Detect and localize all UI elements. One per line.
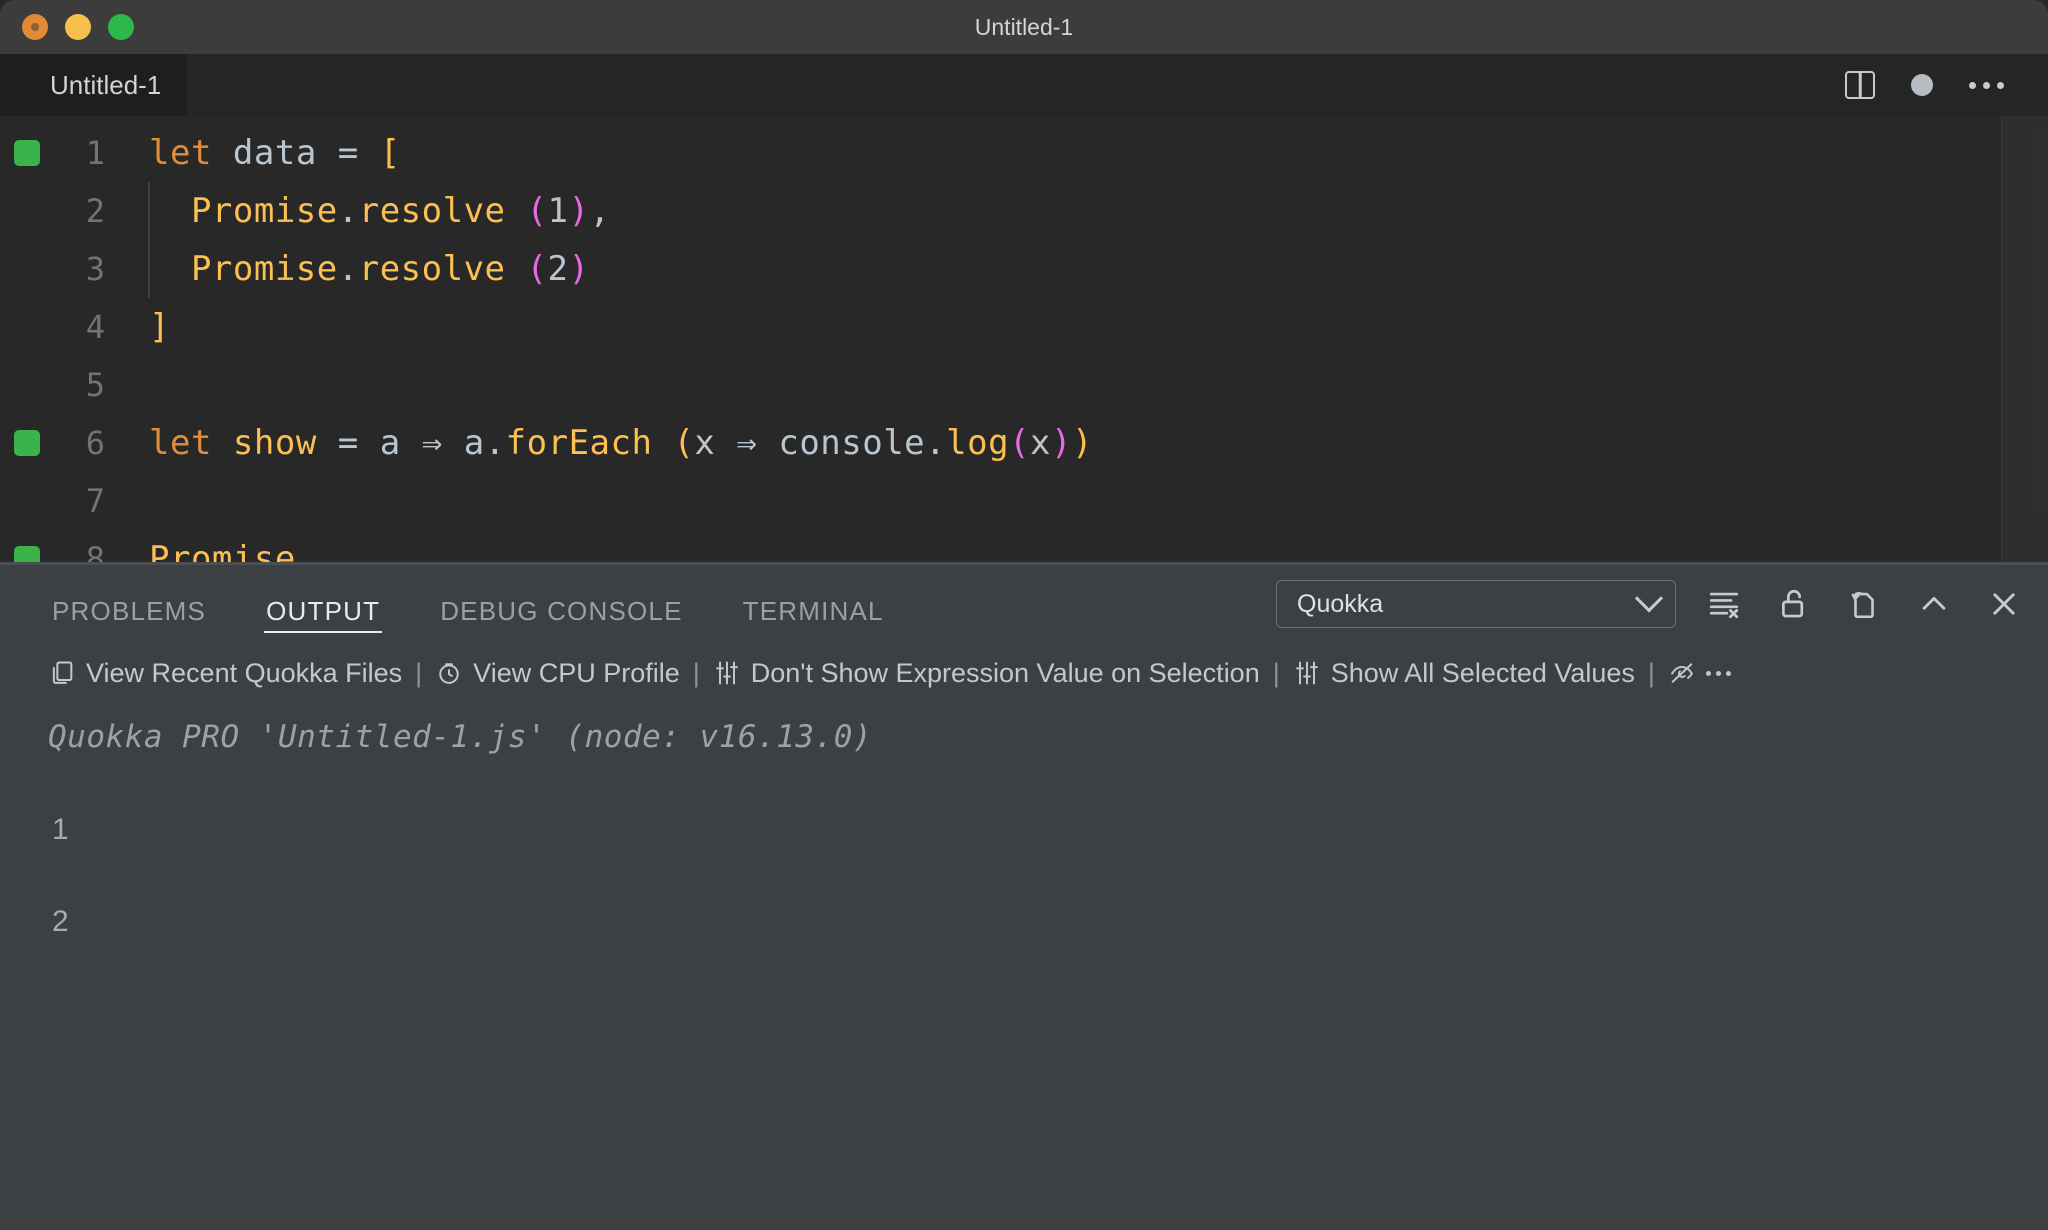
- sliders-icon: [713, 659, 741, 687]
- eye-off-icon[interactable]: [1668, 659, 1696, 687]
- output-channel-value: Quokka: [1297, 590, 1383, 619]
- code-line-2[interactable]: 2 Promise.resolve (1),: [0, 182, 2048, 240]
- quokka-run-marker-icon[interactable]: [14, 546, 40, 562]
- quokka-link-view-cpu-profile[interactable]: View CPU Profile: [435, 658, 680, 689]
- code-text: Promise.resolve (1),: [133, 191, 610, 231]
- editor-header: Untitled-1: [0, 54, 2048, 116]
- clear-output-icon[interactable]: [1702, 582, 1746, 626]
- code-lines: 1let data = [2 Promise.resolve (1),3 Pro…: [0, 116, 2048, 562]
- close-window-button[interactable]: [22, 14, 48, 40]
- split-editor-icon[interactable]: [1845, 71, 1875, 99]
- close-panel-icon[interactable]: [1982, 582, 2026, 626]
- quokka-links-bar: View Recent Quokka Files | View CPU Profil…: [0, 643, 2048, 703]
- link-separator: |: [415, 658, 422, 689]
- code-line-8[interactable]: 8Promise: [0, 530, 2048, 562]
- link-separator: |: [1273, 658, 1280, 689]
- indent-guide: [148, 182, 150, 240]
- console-output-value: 1: [48, 813, 2048, 847]
- title-bar: Untitled-1: [0, 0, 2048, 54]
- quokka-link-view-recent-quokka-files[interactable]: View Recent Quokka Files: [48, 658, 402, 689]
- minimize-window-button[interactable]: [65, 14, 91, 40]
- editor-tab-label: Untitled-1: [50, 70, 161, 101]
- app-window: Untitled-1 Untitled-1 1let data = [2 Pro…: [0, 0, 2048, 1230]
- zoom-window-button[interactable]: [108, 14, 134, 40]
- panel-tab-bar: PROBLEMS OUTPUT DEBUG CONSOLE TERMINAL Quok…: [0, 565, 2048, 643]
- line-number: 7: [0, 482, 133, 520]
- console-output-value: 2: [48, 905, 2048, 939]
- code-text: let show = a ⇒ a.forEach (x ⇒ console.lo…: [133, 423, 1093, 463]
- more-links-icon[interactable]: [1706, 671, 1731, 676]
- editor-vertical-scrollbar[interactable]: [2002, 116, 2048, 562]
- panel-tab-problems[interactable]: PROBLEMS: [50, 565, 208, 643]
- code-line-1[interactable]: 1let data = [: [0, 124, 2048, 182]
- sliders-icon: [1293, 659, 1321, 687]
- window-title: Untitled-1: [0, 14, 2048, 41]
- panel-tab-terminal[interactable]: TERMINAL: [741, 565, 886, 643]
- quokka-status-line: Quokka PRO 'Untitled-1.js' (node: v16.13…: [48, 719, 2048, 755]
- editor-tab-untitled-1[interactable]: Untitled-1: [0, 54, 187, 116]
- code-text: Promise: [133, 539, 296, 562]
- quokka-link-don-t-show-expression-value-on-selection[interactable]: Don't Show Expression Value on Selection: [713, 658, 1260, 689]
- collapse-panel-icon[interactable]: [1912, 582, 1956, 626]
- clock-icon: [435, 659, 463, 687]
- quokka-link-label: Show All Selected Values: [1331, 658, 1635, 689]
- code-line-4[interactable]: 4]: [0, 298, 2048, 356]
- console-values: 12: [48, 813, 2048, 939]
- copy-files-icon: [48, 659, 76, 687]
- code-line-6[interactable]: 6let show = a ⇒ a.forEach (x ⇒ console.l…: [0, 414, 2048, 472]
- unsaved-indicator-icon[interactable]: [1911, 74, 1933, 96]
- unlock-scroll-icon[interactable]: [1772, 582, 1816, 626]
- panel-tabs: PROBLEMS OUTPUT DEBUG CONSOLE TERMINAL: [50, 565, 886, 643]
- quokka-link-label: Don't Show Expression Value on Selection: [751, 658, 1260, 689]
- output-console[interactable]: Quokka PRO 'Untitled-1.js' (node: v16.13…: [0, 703, 2048, 1230]
- panel-tab-output[interactable]: OUTPUT: [264, 565, 382, 643]
- panel-tab-debug-console[interactable]: DEBUG CONSOLE: [438, 565, 684, 643]
- line-number: 3: [0, 250, 133, 288]
- quokka-link-label: View CPU Profile: [473, 658, 680, 689]
- quokka-run-marker-icon[interactable]: [14, 430, 40, 456]
- editor-actions: [1845, 71, 2018, 99]
- window-controls: [0, 14, 134, 40]
- code-text: let data = [: [133, 133, 401, 173]
- code-text: Promise.resolve (2): [133, 249, 589, 289]
- panel-toolbar: Quokka: [1276, 580, 2026, 628]
- quokka-run-marker-icon[interactable]: [14, 140, 40, 166]
- line-number: 2: [0, 192, 133, 230]
- code-editor[interactable]: 1let data = [2 Promise.resolve (1),3 Pro…: [0, 116, 2048, 562]
- code-text: ]: [133, 307, 170, 347]
- more-actions-icon[interactable]: [1969, 82, 2004, 89]
- code-line-3[interactable]: 3 Promise.resolve (2): [0, 240, 2048, 298]
- link-separator: |: [693, 658, 700, 689]
- quokka-link-show-all-selected-values[interactable]: Show All Selected Values: [1293, 658, 1635, 689]
- output-channel-select[interactable]: Quokka: [1276, 580, 1676, 628]
- code-line-7[interactable]: 7: [0, 472, 2048, 530]
- line-number: 5: [0, 366, 133, 404]
- indent-guide: [148, 240, 150, 298]
- line-number: 4: [0, 308, 133, 346]
- open-in-editor-icon[interactable]: [1842, 582, 1886, 626]
- code-line-5[interactable]: 5: [0, 356, 2048, 414]
- chevron-down-icon: [1635, 584, 1663, 612]
- quokka-link-label: View Recent Quokka Files: [86, 658, 402, 689]
- bottom-panel: PROBLEMS OUTPUT DEBUG CONSOLE TERMINAL Quok…: [0, 562, 2048, 1230]
- link-separator: |: [1648, 658, 1655, 689]
